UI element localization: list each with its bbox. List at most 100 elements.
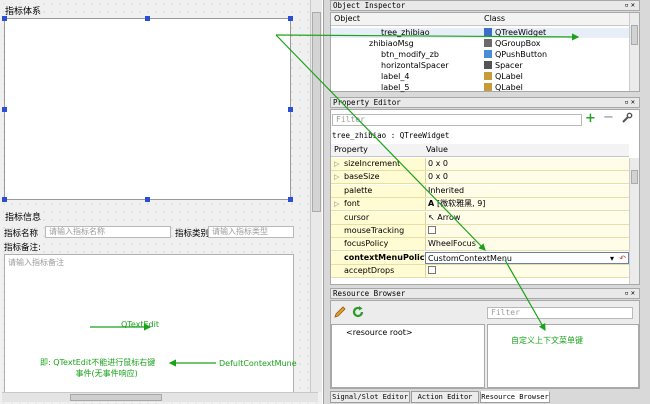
- property-row[interactable]: focusPolicy WheelFocus: [331, 238, 629, 252]
- expand-arrow-icon[interactable]: ▷: [334, 198, 339, 210]
- object-row[interactable]: label_5 QLabel: [331, 83, 629, 93]
- object-row[interactable]: horizontalSpacer Spacer: [331, 61, 629, 71]
- close-icon[interactable]: ✕: [631, 1, 637, 9]
- object-name: btn_modify_zb: [381, 50, 439, 59]
- property-value[interactable]: [425, 225, 629, 237]
- property-value-text: CustomContextMenu: [428, 253, 512, 263]
- scrollbar-thumb[interactable]: [631, 25, 638, 45]
- col-value: Value: [426, 145, 448, 154]
- property-name: cursor: [344, 212, 370, 222]
- property-value-text: Arrow: [437, 212, 461, 222]
- selection-handle[interactable]: [2, 197, 7, 202]
- property-editor-scrollbar[interactable]: [629, 158, 639, 284]
- property-value[interactable]: [425, 265, 629, 278]
- form-vertical-scrollbar[interactable]: [310, 0, 322, 392]
- scrollbar-thumb[interactable]: [312, 12, 321, 212]
- type-input[interactable]: 请输入指标类型: [208, 226, 294, 238]
- property-filter-input[interactable]: Filter: [332, 114, 582, 126]
- col-property: Property: [334, 145, 368, 154]
- resource-browser-title: Resource Browser: [333, 289, 406, 298]
- close-icon[interactable]: ✕: [631, 98, 637, 106]
- reload-icon[interactable]: [351, 305, 365, 319]
- resource-tree[interactable]: <resource root>: [331, 324, 485, 388]
- checkbox[interactable]: [428, 226, 436, 234]
- selection-handle[interactable]: [2, 107, 7, 112]
- wrench-icon[interactable]: [621, 112, 633, 124]
- expand-arrow-icon[interactable]: ▷: [334, 171, 339, 183]
- property-row[interactable]: cursor ↖ Arrow: [331, 211, 629, 225]
- label-icon: [484, 83, 492, 91]
- edit-resources-icon[interactable]: [333, 305, 347, 319]
- remove-property-icon[interactable]: −: [603, 110, 614, 125]
- object-inspector-title: Object Inspector: [333, 1, 406, 10]
- close-icon[interactable]: ✕: [631, 289, 637, 297]
- info-group-title: 指标信息: [4, 210, 43, 223]
- property-value[interactable]: Inherited: [425, 184, 629, 197]
- selection-handle[interactable]: [2, 16, 7, 21]
- cursor-icon: ↖: [428, 212, 438, 222]
- property-row[interactable]: ▷ baseSize 0 x 0: [331, 171, 629, 185]
- name-input[interactable]: 请输入指标名称: [45, 226, 171, 238]
- tab-resource-browser[interactable]: Resource Browser: [480, 391, 550, 403]
- resource-root-item[interactable]: <resource root>: [346, 328, 413, 337]
- chevron-down-icon[interactable]: ▾: [610, 253, 614, 265]
- expand-arrow-icon[interactable]: ▷: [334, 158, 339, 170]
- property-value-text: [微软雅黑, 9]: [436, 199, 486, 209]
- resource-view[interactable]: [487, 324, 639, 388]
- type-label: 指标类别: [175, 229, 210, 239]
- property-editor-title: Property Editor: [333, 98, 401, 107]
- tab-action-editor[interactable]: Action Editor: [411, 391, 479, 403]
- selection-handle[interactable]: [145, 197, 150, 202]
- tree-widget-zhibiao[interactable]: [4, 18, 291, 200]
- property-row[interactable]: acceptDrops: [331, 265, 629, 279]
- property-value[interactable]: 0 x 0: [425, 158, 629, 170]
- object-name: horizontalSpacer: [381, 61, 449, 70]
- reset-icon[interactable]: ↶: [619, 253, 626, 265]
- selection-handle[interactable]: [288, 197, 293, 202]
- form-horizontal-scrollbar[interactable]: [2, 392, 318, 402]
- object-row[interactable]: tree_zhibiao QTreeWidget: [331, 28, 629, 38]
- property-row[interactable]: ▷ font A [微软雅黑, 9]: [331, 198, 629, 212]
- object-inspector-scrollbar[interactable]: [629, 13, 639, 91]
- property-value[interactable]: A [微软雅黑, 9]: [425, 198, 629, 211]
- property-value[interactable]: 0 x 0: [425, 171, 629, 184]
- property-name: sizeIncrement: [344, 159, 401, 168]
- tree-group-title: 指标体系: [4, 4, 43, 17]
- selection-handle[interactable]: [288, 107, 293, 112]
- designer-form-canvas[interactable]: 指标体系 指标信息 指标名称 请输入指标名称 指标类别 请输入指标类型 指标备注…: [0, 0, 322, 404]
- property-row[interactable]: contextMenuPolicy CustomContextMenu ▾ ↶: [331, 251, 629, 265]
- property-name: mouseTracking: [344, 226, 405, 235]
- object-name: zhibiaoMsg: [369, 39, 414, 48]
- note-label: 指标备注:: [4, 243, 41, 253]
- object-class: Spacer: [495, 61, 523, 70]
- selection-handle[interactable]: [288, 16, 293, 21]
- property-value[interactable]: CustomContextMenu ▾ ↶: [425, 251, 629, 265]
- object-row[interactable]: zhibiaoMsg QGroupBox: [331, 39, 629, 49]
- resource-filter-input[interactable]: Filter: [487, 307, 633, 319]
- add-property-icon[interactable]: +: [585, 111, 596, 126]
- tab-signal-slot-editor[interactable]: Signal/Slot Editor: [330, 391, 410, 403]
- annotation-default-context-menu: DefultContextMune: [219, 359, 297, 368]
- scrollbar-thumb[interactable]: [631, 170, 638, 184]
- object-row[interactable]: label_4 QLabel: [331, 72, 629, 82]
- resource-browser-titlebar: Resource Browser ▫✕: [330, 288, 640, 299]
- selection-handle[interactable]: [145, 16, 150, 21]
- property-name: focusPolicy: [344, 239, 389, 249]
- annotation-qtextedit: QTextEdit: [121, 320, 159, 329]
- property-editor-header: Property Value: [331, 144, 629, 157]
- property-row[interactable]: mouseTracking: [331, 225, 629, 238]
- note-placeholder: 请输入指标备注: [8, 258, 64, 267]
- object-inspector-header: Object Class: [331, 13, 629, 26]
- object-class: QLabel: [495, 72, 523, 81]
- label-icon: [484, 72, 492, 80]
- property-row[interactable]: ▷ sizeIncrement 0 x 0: [331, 158, 629, 171]
- property-name: contextMenuPolicy: [344, 252, 430, 262]
- object-class: QPushButton: [495, 50, 548, 59]
- property-row[interactable]: palette Inherited: [331, 184, 629, 198]
- property-value[interactable]: WheelFocus: [425, 238, 629, 251]
- scrollbar-thumb[interactable]: [70, 394, 162, 401]
- checkbox[interactable]: [428, 266, 436, 275]
- property-value[interactable]: ↖ Arrow: [425, 211, 629, 224]
- spacer-icon: [484, 61, 492, 69]
- object-row[interactable]: btn_modify_zb QPushButton: [331, 50, 629, 60]
